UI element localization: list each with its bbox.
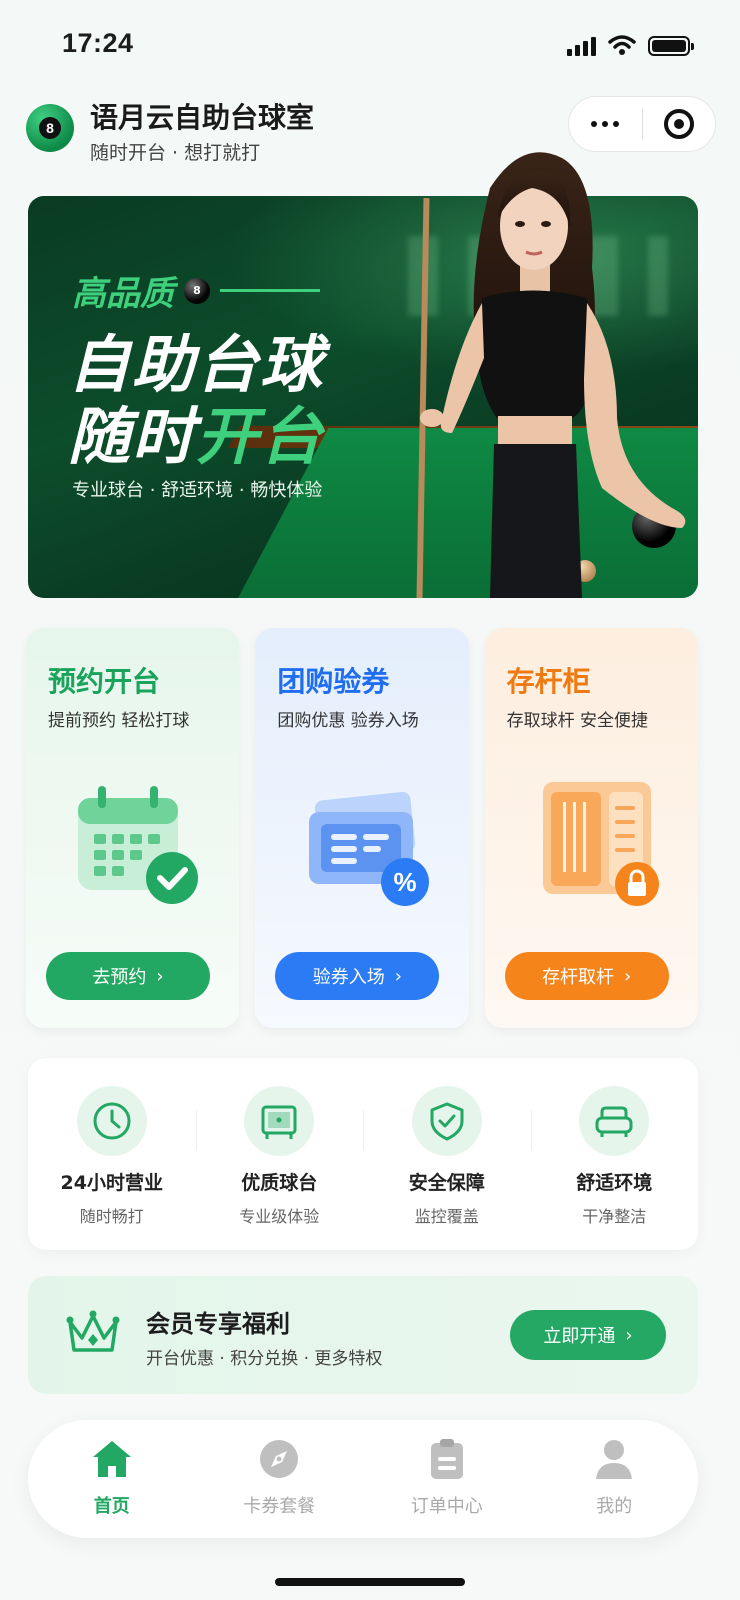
feature-security: 安全保障 监控覆盖: [363, 1058, 531, 1250]
chevron-right-icon: ›: [624, 965, 632, 987]
user-icon: [591, 1436, 637, 1482]
compass-icon: [256, 1436, 302, 1482]
tab-profile[interactable]: 我的: [531, 1420, 699, 1538]
status-icons: [567, 34, 694, 56]
banner-headline-2-accent: 开台: [196, 400, 325, 473]
feature-title: 舒适环境: [576, 1172, 653, 1194]
feature-subtitle: 随时畅打: [79, 1207, 144, 1226]
status-bar: 17:24: [0, 0, 740, 90]
chevron-right-icon: ›: [394, 965, 402, 987]
join-member-button[interactable]: 立即开通 ›: [510, 1310, 666, 1360]
card-subtitle: 提前预约 轻松打球: [48, 711, 190, 731]
close-miniprogram-button[interactable]: [643, 97, 716, 151]
tab-coupons[interactable]: 卡券套餐: [196, 1420, 364, 1538]
crown-icon: [66, 1310, 120, 1352]
battery-icon: [648, 36, 694, 56]
feature-title: 优质球台: [241, 1172, 318, 1194]
banner-headline-2: 随时开台: [68, 386, 324, 476]
feature-environment: 舒适环境 干净整洁: [530, 1058, 699, 1250]
clipboard-icon: [424, 1436, 470, 1482]
tab-label: 首页: [93, 1496, 130, 1517]
feature-quality-table: 优质球台 专业级体验: [195, 1058, 364, 1250]
miniprogram-capsule: [568, 96, 716, 152]
table-icon: [244, 1086, 315, 1156]
reserve-button[interactable]: 去预约 ›: [46, 952, 210, 1000]
banner-kicker: 高品质 8: [72, 266, 320, 315]
eight-ball-icon: 8: [184, 277, 210, 304]
clock-icon: [76, 1086, 147, 1156]
home-icon: [89, 1436, 135, 1482]
reserve-button-label: 去预约: [92, 967, 147, 988]
tab-label: 订单中心: [410, 1496, 483, 1517]
card-cue-locker[interactable]: 存杆柜 存取球杆 安全便捷 存杆取杆 ›: [484, 628, 698, 1028]
feature-title: 安全保障: [408, 1172, 485, 1194]
svg-text:%: %: [394, 867, 417, 897]
hero-banner[interactable]: 高品质 8 自助台球 随时开台 专业球台 · 舒适环境 · 畅快体验: [28, 152, 698, 598]
banner-headline-2-white: 随时: [68, 400, 197, 473]
more-button[interactable]: [569, 97, 642, 151]
verify-coupon-button[interactable]: 验券入场 ›: [275, 952, 440, 1000]
signal-icon: [567, 36, 596, 56]
sofa-icon: [579, 1086, 650, 1156]
app-title: 语月云自助台球室: [90, 101, 315, 134]
cue-locker-button-label: 存杆取杆: [542, 967, 615, 988]
bottom-tab-bar: 首页 卡券套餐 订单中心 我的: [28, 1420, 698, 1538]
shield-check-icon: [411, 1086, 482, 1156]
feature-subtitle: 监控覆盖: [414, 1207, 479, 1226]
chevron-right-icon: ›: [625, 1324, 633, 1346]
chevron-right-icon: ›: [156, 965, 164, 987]
feature-subtitle: 专业级体验: [239, 1207, 320, 1226]
card-title: 预约开台: [48, 665, 161, 698]
target-icon: [663, 109, 694, 139]
more-dot-icon: [613, 121, 620, 127]
card-coupon[interactable]: 团购验券 团购优惠 验券入场 % 验券入场 ›: [255, 628, 469, 1028]
tab-orders[interactable]: 订单中心: [363, 1420, 531, 1538]
logo-icon: 8: [26, 104, 74, 152]
locker-icon: [542, 782, 659, 906]
calendar-check-icon: [78, 786, 198, 904]
wifi-icon: [608, 35, 636, 55]
feature-24h: 24小时营业 随时畅打: [28, 1058, 196, 1250]
home-indicator[interactable]: [275, 1578, 465, 1586]
card-title: 存杆柜: [506, 665, 591, 698]
tab-label: 卡券套餐: [243, 1496, 316, 1517]
tab-home[interactable]: 首页: [28, 1420, 196, 1538]
model-illustration: [416, 152, 686, 598]
member-subtitle: 开台优惠 · 积分兑换 · 更多特权: [146, 1349, 383, 1369]
features-panel: 24小时营业 随时畅打 优质球台 专业级体验 安全保障 监控覆盖 舒适环境 干净…: [28, 1058, 698, 1250]
member-benefits[interactable]: 会员专享福利 开台优惠 · 积分兑换 · 更多特权 立即开通 ›: [28, 1276, 698, 1394]
logo-number: 8: [39, 117, 61, 139]
status-time: 17:24: [62, 28, 134, 58]
coupon-ticket-icon: %: [309, 791, 430, 906]
card-subtitle: 存取球杆 安全便捷: [506, 711, 649, 731]
card-subtitle: 团购优惠 验券入场: [277, 711, 419, 731]
verify-coupon-button-label: 验券入场: [312, 967, 385, 988]
join-member-button-label: 立即开通: [543, 1326, 616, 1347]
cue-locker-button[interactable]: 存杆取杆 ›: [504, 952, 669, 1000]
feature-subtitle: 干净整洁: [582, 1207, 647, 1226]
more-dot-icon: [602, 121, 609, 127]
more-dot-icon: [591, 121, 598, 127]
tab-label: 我的: [596, 1496, 633, 1517]
card-title: 团购验券: [277, 665, 390, 698]
banner-tagline: 专业球台 · 舒适环境 · 畅快体验: [72, 480, 323, 501]
banner-kicker-text: 高品质: [72, 274, 174, 314]
feature-title: 24小时营业: [60, 1172, 163, 1194]
app-subtitle: 随时开台 · 想打就打: [90, 142, 261, 164]
kicker-line: [220, 289, 320, 292]
card-reserve[interactable]: 预约开台 提前预约 轻松打球 去预约 ›: [26, 628, 240, 1028]
service-cards: 预约开台 提前预约 轻松打球 去预约 › 团购验券 团购优惠 验券入场 % 验券…: [26, 628, 698, 1028]
member-title: 会员专享福利: [146, 1310, 290, 1338]
